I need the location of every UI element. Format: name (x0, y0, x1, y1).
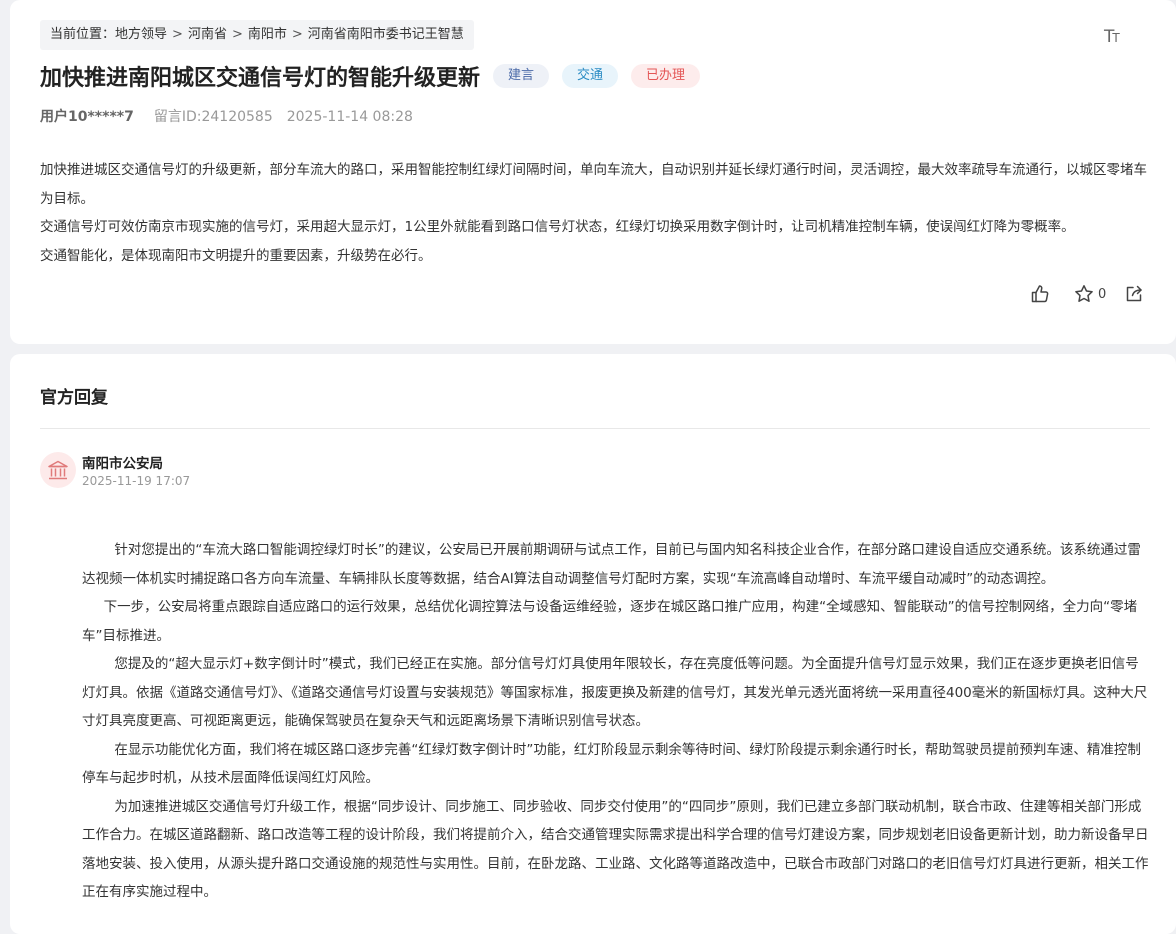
reply-paragraph: 您提及的“超大显示灯+数字倒计时”模式，我们已经正在实施。部分信号灯灯具使用年限… (82, 656, 1148, 729)
message-card: 当前位置：地方领导 > 河南省 > 南阳市 > 河南省南阳市委书记王智慧 TT 加快推进南阳… (10, 0, 1176, 344)
message-paragraph: 交通信号灯可效仿南京市现实施的信号灯，采用超大显示灯，1公里外就能看到路口信号灯… (40, 219, 1075, 235)
font-size-button[interactable]: TT (1104, 24, 1130, 50)
message-meta: 用户10*****7 留言ID:24120585 2025-11-14 08:28 (40, 106, 413, 126)
breadcrumb-item-city[interactable]: 南阳市 (248, 27, 287, 42)
breadcrumb-separator: > (231, 27, 243, 42)
message-actions: 0 (1030, 282, 1144, 306)
reply-paragraph: 针对您提出的“车流大路口智能调控绿灯时长”的建议，公安局已开展前期调研与试点工作… (82, 542, 1141, 587)
tag-traffic: 交通 (562, 64, 619, 88)
avatar (40, 452, 76, 488)
share-button[interactable] (1124, 284, 1144, 304)
font-size-icon: TT (1104, 27, 1120, 47)
government-building-icon (48, 460, 68, 480)
breadcrumb: 当前位置：地方领导 > 河南省 > 南阳市 > 河南省南阳市委书记王智慧 (40, 20, 474, 50)
star-icon (1075, 285, 1093, 302)
thumbs-up-icon (1031, 285, 1049, 303)
status-badge: 已办理 (631, 64, 701, 88)
divider (40, 428, 1150, 429)
reply-datetime: 2025-11-19 17:07 (82, 474, 191, 488)
breadcrumb-separator: > (172, 27, 183, 42)
breadcrumb-separator: > (291, 27, 303, 42)
official-reply-card: 官方回复 南阳市公安局 2025-11-19 17:07 针对您提出的“车流大路… (10, 354, 1176, 934)
message-user: 用户10*****7 (40, 109, 134, 125)
message-paragraph: 加快推进城区交通信号灯的升级更新，部分车流大的路口，采用智能控制红绿灯间隔时间，… (40, 162, 1147, 207)
reply-paragraph: 在显示功能优化方面，我们将在城区路口逐步完善“红绿灯数字倒计时”功能，红灯阶段显… (82, 741, 1141, 787)
message-title: 加快推进南阳城区交通信号灯的智能升级更新 (40, 66, 481, 91)
message-id: 留言ID:24120585 (153, 109, 273, 125)
favorite-button[interactable]: 0 (1074, 284, 1106, 304)
message-datetime: 2025-11-14 08:28 (286, 109, 413, 125)
favorite-count: 0 (1098, 286, 1107, 302)
breadcrumb-prefix: 当前位置： (50, 27, 116, 42)
reply-content: 针对您提出的“车流大路口智能调控绿灯时长”的建议，公安局已开展前期调研与试点工作… (82, 536, 1152, 907)
breadcrumb-item-leader[interactable]: 河南省南阳市委书记王智慧 (308, 27, 464, 42)
tag-suggestion: 建言 (493, 64, 550, 88)
title-row: 加快推进南阳城区交通信号灯的智能升级更新 建言 交通 已办理 (40, 60, 701, 92)
reply-department: 南阳市公安局 (82, 456, 163, 472)
reply-paragraph: 下一步，公安局将重点跟踪自适应路口的运行效果，总结优化调控算法与设备运维经验，逐… (82, 599, 1138, 644)
reply-heading: 官方回复 (40, 388, 108, 408)
breadcrumb-item-province[interactable]: 河南省 (188, 27, 227, 42)
reply-paragraph: 为加速推进城区交通信号灯升级工作，根据“同步设计、同步施工、同步验收、同步交付使… (82, 798, 1149, 901)
share-icon (1127, 285, 1143, 302)
message-paragraph: 交通智能化，是体现南阳市文明提升的重要因素，升级势在必行。 (40, 247, 432, 264)
like-button[interactable] (1030, 284, 1050, 304)
message-content: 加快推进城区交通信号灯的升级更新，部分车流大的路口，采用智能控制红绿灯间隔时间，… (40, 156, 1152, 270)
breadcrumb-item-local-leaders[interactable]: 地方领导 (115, 27, 167, 42)
